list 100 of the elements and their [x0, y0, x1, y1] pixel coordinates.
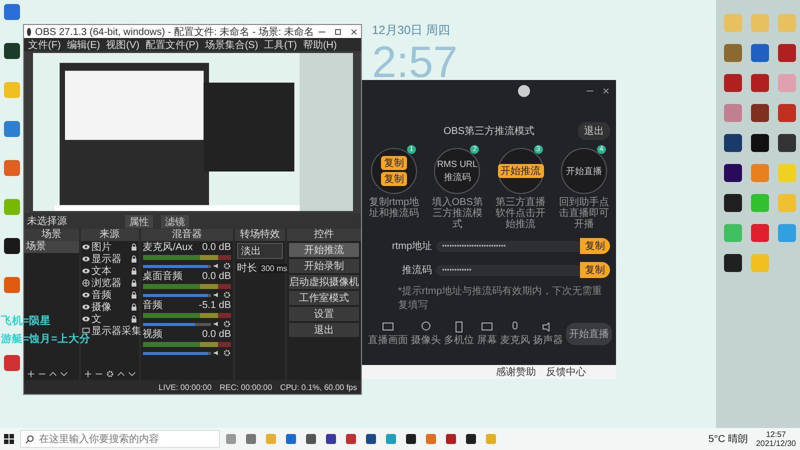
close-icon[interactable]	[602, 87, 610, 95]
up-icon[interactable]	[116, 370, 125, 378]
dock-header: 控件	[287, 229, 361, 241]
eye-icon[interactable]	[82, 255, 90, 263]
screen-icon	[481, 321, 493, 333]
volume-slider[interactable]	[142, 264, 211, 268]
tool-button[interactable]: 屏幕	[477, 321, 497, 347]
volume-slider[interactable]	[142, 352, 211, 354]
menu-item[interactable]: 帮助(H)	[302, 38, 337, 52]
source-item[interactable]: 文	[92, 312, 128, 326]
step-caption: 第三方直播软件点击开始推流	[494, 197, 547, 230]
app-icon[interactable]	[724, 164, 742, 182]
monitor-icon	[82, 327, 90, 335]
tool-button[interactable]: 摄像头	[411, 321, 441, 347]
gear-icon[interactable]	[223, 349, 231, 357]
avatar-icon[interactable]	[518, 85, 530, 97]
eye-icon[interactable]	[82, 303, 90, 311]
eye-icon[interactable]	[82, 243, 90, 251]
step-caption: 复制rtmp地址和推流码	[368, 197, 420, 219]
control-button[interactable]: 启动虚拟摄像机	[289, 275, 359, 289]
exit-button[interactable]: 退出	[578, 122, 610, 140]
speaker-icon[interactable]	[213, 320, 221, 328]
menu-item[interactable]: 场景集合(S)	[204, 38, 258, 52]
eye-icon[interactable]	[82, 315, 90, 323]
control-button[interactable]: 退出	[289, 323, 359, 337]
menu-item[interactable]: 文件(F)	[28, 38, 61, 52]
step-text: 开始直播	[566, 164, 602, 178]
down-icon[interactable]	[128, 370, 136, 378]
eye-icon[interactable]	[82, 291, 90, 299]
menu-item[interactable]: 编辑(E)	[66, 38, 100, 52]
channel-reading: 0.0 dB	[202, 271, 231, 282]
duration-field[interactable]: 300 ms	[259, 264, 290, 272]
field-label: 推流码	[401, 264, 432, 277]
copy-button[interactable]: 复制	[580, 262, 610, 278]
control-button[interactable]: 设置	[289, 307, 359, 321]
add-icon[interactable]	[27, 370, 35, 378]
source-item[interactable]: 浏览器	[92, 276, 128, 290]
speaker-icon[interactable]	[213, 291, 221, 299]
up-icon[interactable]	[49, 370, 57, 378]
app-icon[interactable]	[4, 238, 20, 254]
source-item[interactable]: 音频	[92, 288, 128, 302]
app-logo-icon	[27, 28, 32, 36]
eye-icon[interactable]	[82, 267, 90, 275]
tool-button[interactable]: 扬声器	[533, 321, 563, 347]
toolbar-button[interactable]: 属性	[125, 214, 153, 228]
control-button[interactable]: 工作室模式	[289, 291, 359, 305]
menu-item[interactable]: 工具(T)	[264, 38, 297, 52]
app-icon[interactable]	[4, 43, 20, 59]
source-item[interactable]: 图片	[92, 240, 128, 254]
speaker-icon[interactable]	[213, 262, 221, 270]
channel-reading: 0.0 dB	[202, 329, 231, 340]
close-icon[interactable]	[350, 28, 358, 36]
speaker-icon[interactable]	[213, 349, 221, 357]
phone-icon	[453, 321, 465, 333]
volume-slider[interactable]	[142, 322, 211, 326]
gear-icon[interactable]	[223, 320, 231, 328]
menu-item[interactable]: 配置文件(P)	[145, 38, 199, 52]
app-icon[interactable]	[751, 134, 769, 152]
source-item[interactable]: 摄像	[92, 300, 128, 314]
source-item[interactable]: 文本	[92, 264, 128, 278]
channel-reading: -5.1 dB	[198, 300, 231, 311]
gear-icon[interactable]	[223, 262, 231, 270]
dock-header: 转场特效	[235, 229, 285, 241]
lock-icon[interactable]	[130, 303, 138, 311]
status-text: REC: 00:00:00	[220, 382, 272, 392]
tool-button[interactable]: 多机位	[444, 321, 474, 347]
tool-button[interactable]: 直播画面	[368, 321, 408, 347]
windows-logo-icon[interactable]	[4, 434, 14, 444]
start-live-button[interactable]: 开始直播	[566, 323, 612, 345]
control-button[interactable]: 开始录制	[289, 259, 359, 273]
lock-icon[interactable]	[130, 279, 138, 287]
gear-icon[interactable]	[223, 291, 231, 299]
add-icon[interactable]	[84, 370, 92, 378]
tool-button[interactable]: 麦克风	[500, 321, 530, 347]
lock-icon[interactable]	[130, 267, 138, 275]
search-field[interactable]: 在这里输入你要搜索的内容	[20, 430, 220, 448]
lock-icon[interactable]	[130, 255, 138, 263]
app-icon[interactable]	[724, 254, 742, 272]
toolbar-button[interactable]: 滤镜	[161, 214, 189, 228]
scene-item[interactable]: 场景	[24, 241, 79, 253]
transition-select[interactable]: 淡出	[237, 243, 283, 259]
maximize-icon[interactable]	[334, 28, 342, 36]
duration-label: 时长	[237, 262, 257, 275]
lock-icon[interactable]	[130, 315, 138, 323]
lock-icon[interactable]	[130, 291, 138, 299]
down-icon[interactable]	[60, 370, 68, 378]
source-item[interactable]: 显示器采集	[92, 324, 142, 338]
menu-item[interactable]: 视图(V)	[106, 38, 140, 52]
volume-slider[interactable]	[142, 294, 211, 296]
strip-link[interactable]: 感谢赞助	[496, 365, 536, 379]
strip-link[interactable]: 反馈中心	[546, 365, 586, 379]
channel-name: 视频	[142, 329, 163, 340]
app-icon[interactable]	[724, 194, 742, 212]
lock-icon[interactable]	[130, 243, 138, 251]
gear-icon[interactable]	[106, 370, 114, 378]
source-item[interactable]: 显示器	[92, 252, 128, 266]
control-button[interactable]: 开始推流	[289, 243, 359, 257]
channel-name: 桌面音频	[142, 271, 183, 282]
clock-time: 2:57	[372, 39, 458, 88]
copy-button[interactable]: 复制	[580, 238, 610, 254]
